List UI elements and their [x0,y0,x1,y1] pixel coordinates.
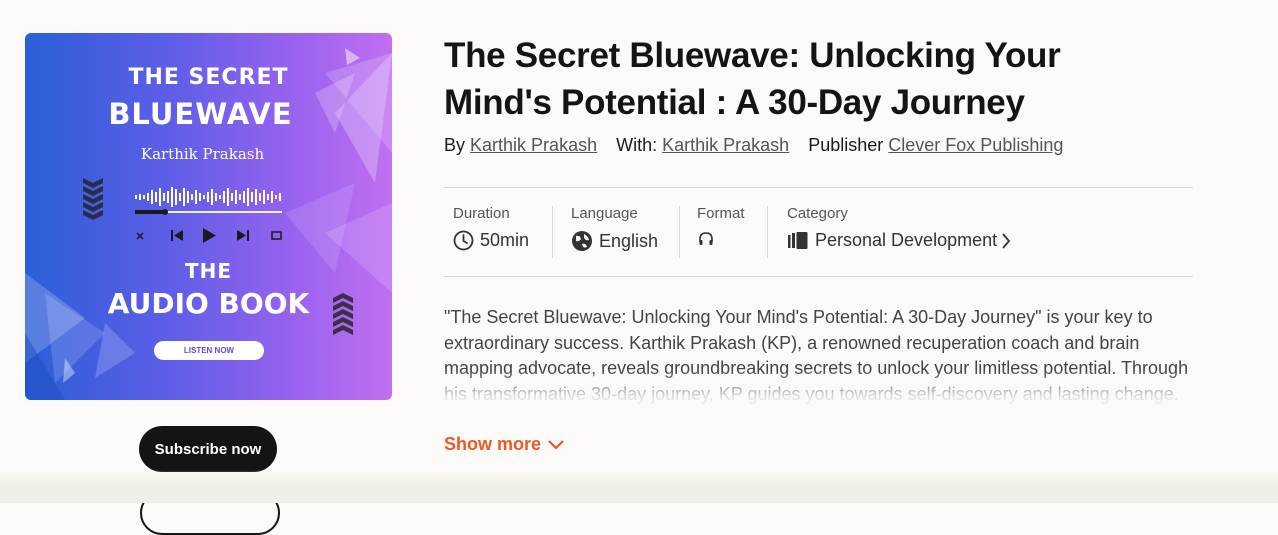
headphones-icon [697,230,715,248]
book-cover: THE SECRET BLUEWAVE Karthik Prakash THE … [25,33,392,400]
duration-block: Duration 50min [453,205,529,259]
show-more-button[interactable]: Show more [444,434,565,455]
duration-value: 50min [480,230,530,250]
divider-bottom [444,276,1193,277]
publisher-link[interactable]: Clever Fox Publishing [888,135,1063,155]
category-label: Category [787,205,848,222]
show-more-label: Show more [444,434,542,454]
language-block: Language English [571,205,658,259]
language-value: English [599,230,659,251]
meta-separator [552,206,553,258]
subscribe-button[interactable]: Subscribe now [139,426,277,472]
chevron-down-icon [541,439,565,451]
divider-top [444,187,1193,188]
book-title: The Secret Bluewave: Unlocking Your Mind… [444,36,1061,122]
category-value[interactable]: Personal Development [815,230,997,251]
cover-line4: AUDIO BOOK [107,287,310,320]
with-label: With: [616,135,658,155]
bottom-fade [0,470,1278,503]
author-link[interactable]: Karthik Prakash [470,135,597,155]
cover-line3: THE [184,259,233,283]
cover-title-line2: BLUEWAVE [108,97,293,131]
publisher-label: Publisher [808,135,884,155]
globe-icon [571,230,593,252]
clock-icon [453,230,474,251]
format-label: Format [697,205,745,222]
cover-author: Karthik Prakash [140,145,265,163]
books-icon [787,231,809,251]
language-label: Language [571,205,638,222]
chevron-right-icon [1001,232,1011,250]
cover-listen-badge: LISTEN NOW [154,341,264,360]
format-block: Format [697,205,745,259]
duration-label: Duration [453,205,510,222]
cover-title-line1: THE SECRET [128,65,289,90]
category-block[interactable]: Category Personal Development [787,205,1011,259]
description-fade [430,370,1220,415]
meta-separator [679,206,680,258]
by-label: By [444,135,466,155]
narrator-link[interactable]: Karthik Prakash [662,135,789,155]
meta-separator [767,206,768,258]
byline: By Karthik Prakash With: Karthik Prakash… [444,135,1063,156]
